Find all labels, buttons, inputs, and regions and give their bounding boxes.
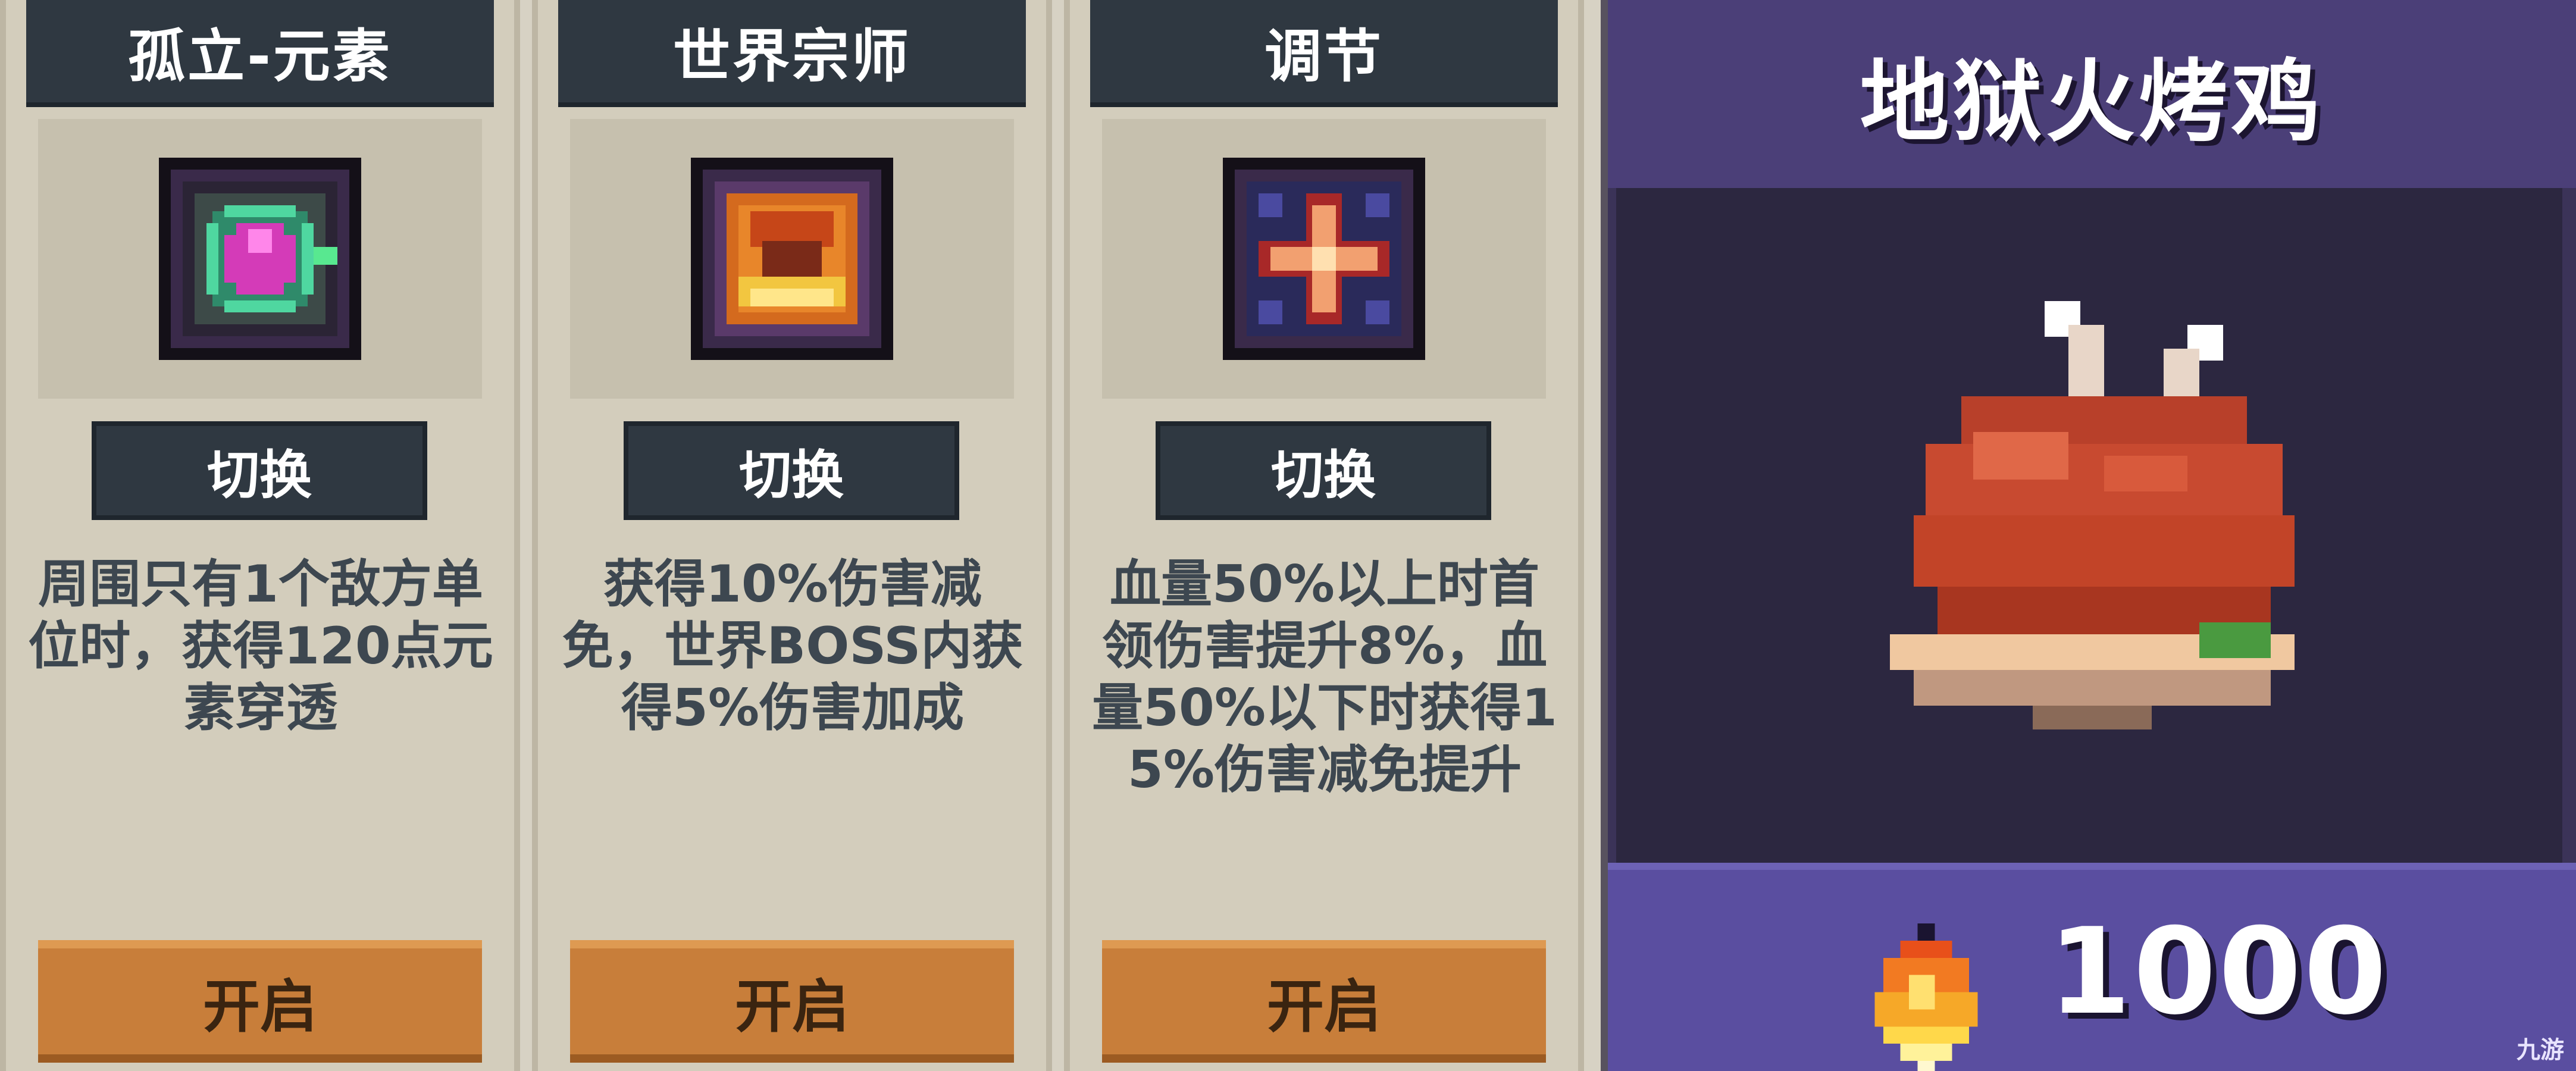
talent-icon-panel	[1102, 119, 1546, 399]
open-button[interactable]: 开启	[38, 940, 482, 1063]
switch-button[interactable]: 切换	[624, 421, 959, 520]
open-button[interactable]: 开启	[570, 940, 1014, 1063]
talent-description: 血量50%以上时首领伤害提升8%，血量50%以下时获得15%伤害减免提升	[1092, 555, 1557, 800]
golden-master-emblem-icon	[691, 158, 893, 360]
roast-chicken-icon	[1890, 301, 2295, 729]
talent-icon-panel	[570, 119, 1014, 399]
talent-card-world-master: 世界宗师 切换 获得10%伤害减免，世界BOSS内获得5%伤害加成 开启	[532, 0, 1052, 1071]
fire-gem-icon	[1874, 923, 1978, 1071]
talent-description: 获得10%伤害减免，世界BOSS内获得5%伤害加成	[562, 555, 1023, 738]
talent-card-isolation-element: 孤立-元素 切换 周围只有1个敌方单位时，获得120点元素穿透 开启	[0, 0, 520, 1071]
shop-item-panel: 地狱火烤鸡 1000 九游	[1601, 0, 2576, 1071]
switch-button[interactable]: 切换	[92, 421, 427, 520]
shop-item-image-area[interactable]	[1616, 188, 2562, 863]
switch-button[interactable]: 切换	[1156, 421, 1491, 520]
watermark-logo: 九游	[2516, 1036, 2564, 1064]
talent-description: 周围只有1个敌方单位时，获得120点元素穿透	[28, 555, 493, 738]
green-element-gem-icon	[159, 158, 361, 360]
talent-icon-panel	[38, 119, 482, 399]
price-bar[interactable]: 1000 九游	[1608, 863, 2576, 1071]
red-cross-star-icon	[1223, 158, 1425, 360]
card-title: 调节	[1090, 0, 1558, 107]
card-title: 孤立-元素	[26, 0, 494, 107]
shop-item-name: 地狱火烤鸡	[1608, 0, 2576, 188]
talent-card-regulate: 调节 切换 血量50%以上时首领伤害提升8%，血量50%以下时获得15%伤害减免…	[1064, 0, 1584, 1071]
card-title: 世界宗师	[558, 0, 1026, 107]
talent-cards: 孤立-元素 切换 周围只有1个敌方单位时，获得120点元素穿透 开启 世界宗师 …	[0, 0, 1601, 1071]
open-button[interactable]: 开启	[1102, 940, 1546, 1063]
price-value: 1000	[2048, 903, 2389, 1041]
